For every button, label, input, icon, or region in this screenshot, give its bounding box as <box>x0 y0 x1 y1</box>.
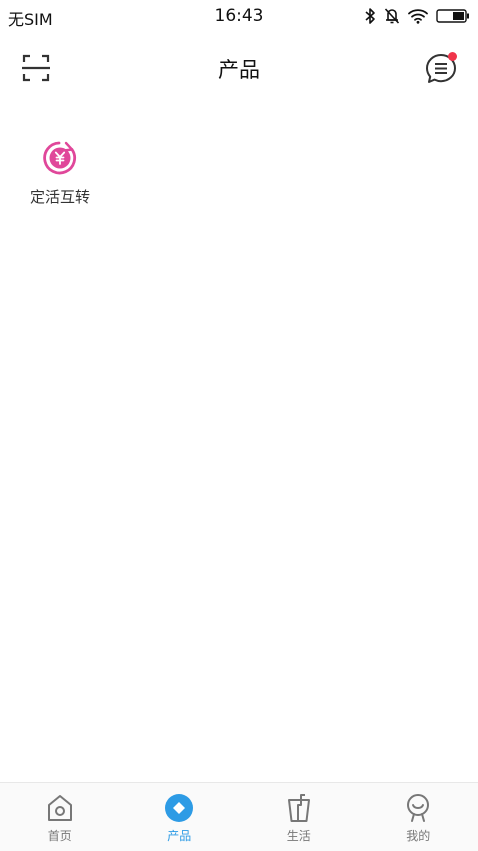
nav-bar: 产品 <box>0 34 478 104</box>
message-button[interactable] <box>424 52 458 86</box>
status-icons <box>365 6 470 26</box>
page-title: 产品 <box>0 54 478 84</box>
tab-product[interactable]: 产品 <box>120 783 240 851</box>
tab-home[interactable]: 首页 <box>0 783 120 851</box>
battery-icon <box>436 8 470 24</box>
status-bar: 无SIM 16:43 <box>0 0 478 34</box>
message-badge <box>448 52 457 61</box>
yuan-transfer-icon <box>42 140 78 176</box>
wifi-icon <box>408 8 428 24</box>
product-item-dinghuo-transfer[interactable]: 定活互转 <box>16 134 104 214</box>
product-label: 定活互转 <box>16 186 104 207</box>
mute-bell-icon <box>384 7 400 25</box>
tab-mine[interactable]: 我的 <box>359 783 478 851</box>
tab-mine-label: 我的 <box>359 827 478 844</box>
tab-life[interactable]: 生活 <box>239 783 359 851</box>
tab-life-label: 生活 <box>239 827 359 844</box>
tab-bar: 首页 产品 生活 我的 <box>0 782 478 851</box>
profile-icon <box>403 793 433 823</box>
bluetooth-icon <box>365 7 376 25</box>
product-diamond-icon <box>164 793 194 823</box>
home-icon <box>45 793 75 823</box>
tab-product-label: 产品 <box>120 827 240 844</box>
tab-home-label: 首页 <box>0 827 120 844</box>
life-cup-icon <box>284 793 314 823</box>
